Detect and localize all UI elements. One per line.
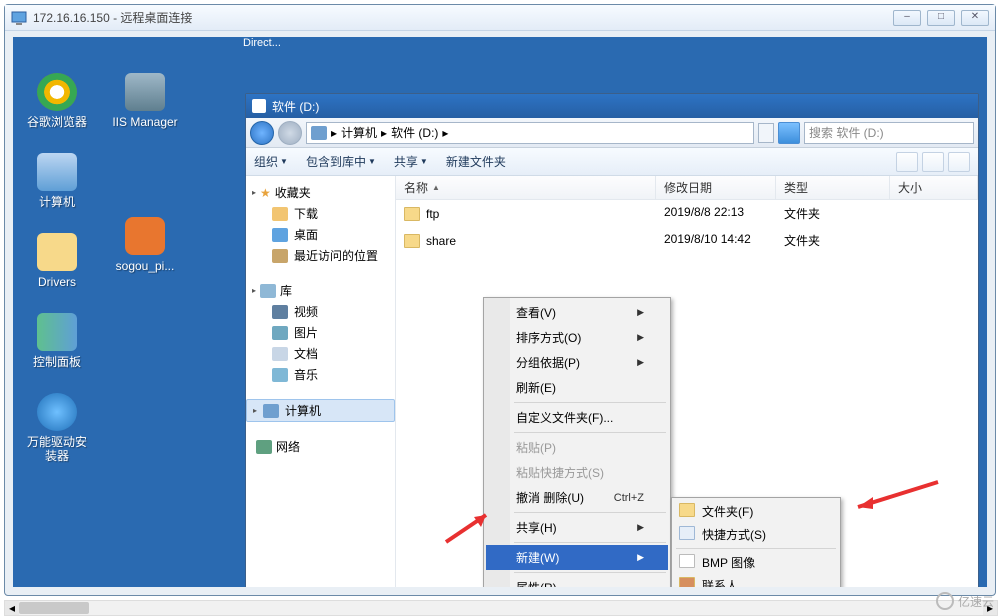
nav-downloads[interactable]: 下载	[246, 203, 395, 224]
desktop-icon-iis[interactable]: IIS Manager	[107, 73, 183, 129]
rdp-titlebar[interactable]: 172.16.16.150 - 远程桌面连接 – □ ✕	[5, 5, 995, 31]
explorer-toolbar: 组织 ▼ 包含到库中 ▼ 共享 ▼ 新建文件夹	[246, 148, 978, 176]
col-type[interactable]: 类型	[776, 176, 890, 199]
remote-desktop[interactable]: Direct... 谷歌浏览器 计算机 Drivers 控制面板 万能驱动安装器…	[13, 37, 987, 587]
ctx-sort[interactable]: 排序方式(O)▶	[486, 325, 668, 350]
ctx-new-folder[interactable]: 文件夹(F)	[674, 500, 838, 523]
rdp-window: 172.16.16.150 - 远程桌面连接 – □ ✕ Direct... 谷…	[4, 4, 996, 596]
explorer-titlebar[interactable]: 软件 (D:)	[246, 94, 978, 118]
breadcrumb[interactable]: 软件 (D:)	[391, 124, 438, 141]
ctx-paste-shortcut: 粘贴快捷方式(S)	[486, 460, 668, 485]
context-submenu-new: 文件夹(F) 快捷方式(S) BMP 图像 联系人 WinRAR 压缩文件 RT…	[671, 497, 841, 587]
nav-libraries[interactable]: ▸库	[246, 280, 395, 301]
watermark-logo-icon	[936, 592, 954, 610]
rdp-title: 172.16.16.150 - 远程桌面连接	[33, 9, 893, 26]
maximize-button[interactable]: □	[927, 10, 955, 26]
search-input[interactable]: 搜索 软件 (D:)	[804, 122, 974, 144]
horizontal-scrollbar[interactable]: ◂ ▸	[4, 600, 998, 616]
desktop-icon-wanneng[interactable]: 万能驱动安装器	[19, 393, 95, 463]
desktop-icon-computer[interactable]: 计算机	[19, 153, 95, 209]
address-bar: ▸ 计算机 ▸ 软件 (D:) ▸ 搜索 软件 (D:)	[246, 118, 978, 148]
nav-computer[interactable]: ▸计算机	[246, 399, 395, 422]
ctx-new-shortcut[interactable]: 快捷方式(S)	[674, 523, 838, 546]
preview-pane-button[interactable]	[922, 152, 944, 172]
ctx-share[interactable]: 共享(H)▶	[486, 515, 668, 540]
breadcrumb[interactable]: 计算机	[341, 124, 377, 141]
folder-icon	[404, 234, 420, 248]
back-button[interactable]	[250, 121, 274, 145]
file-row[interactable]: share 2019/8/10 14:42 文件夹	[396, 227, 978, 254]
address-field[interactable]: ▸ 计算机 ▸ 软件 (D:) ▸	[306, 122, 754, 144]
col-name[interactable]: 名称▲	[396, 176, 656, 199]
ctx-undo[interactable]: 撤消 删除(U)Ctrl+Z	[486, 485, 668, 510]
include-library-menu[interactable]: 包含到库中 ▼	[306, 153, 376, 170]
desktop-icon-drivers[interactable]: Drivers	[19, 233, 95, 289]
ctx-group[interactable]: 分组依据(P)▶	[486, 350, 668, 375]
col-size[interactable]: 大小	[890, 176, 978, 199]
drive-icon	[252, 99, 266, 113]
ctx-new[interactable]: 新建(W)▶	[486, 545, 668, 570]
desktop-icon-chrome[interactable]: 谷歌浏览器	[19, 73, 95, 129]
folder-icon	[404, 207, 420, 221]
new-folder-button[interactable]: 新建文件夹	[446, 153, 506, 170]
desktop-icon-control-panel[interactable]: 控制面板	[19, 313, 95, 369]
watermark: 亿速云	[936, 592, 994, 610]
explorer-title: 软件 (D:)	[272, 98, 319, 115]
ctx-paste: 粘贴(P)	[486, 435, 668, 460]
nav-favorites[interactable]: ▸★收藏夹	[246, 182, 395, 203]
nav-desktop[interactable]: 桌面	[246, 224, 395, 245]
col-date[interactable]: 修改日期	[656, 176, 776, 199]
view-options-button[interactable]	[896, 152, 918, 172]
drive-icon	[311, 126, 327, 140]
desktop-icon-sogou[interactable]: sogou_pi...	[107, 217, 183, 273]
refresh-button[interactable]	[778, 122, 800, 144]
scroll-thumb[interactable]	[19, 602, 89, 614]
ctx-view[interactable]: 查看(V)▶	[486, 300, 668, 325]
ctx-properties[interactable]: 属性(R)	[486, 575, 668, 587]
nav-videos[interactable]: 视频	[246, 301, 395, 322]
nav-music[interactable]: 音乐	[246, 364, 395, 385]
ctx-new-contact[interactable]: 联系人	[674, 574, 838, 587]
ctx-new-bmp[interactable]: BMP 图像	[674, 551, 838, 574]
address-dropdown[interactable]	[758, 123, 774, 143]
nav-recent[interactable]: 最近访问的位置	[246, 245, 395, 266]
help-button[interactable]	[948, 152, 970, 172]
rdp-icon	[11, 10, 27, 26]
scroll-left-button[interactable]: ◂	[5, 601, 19, 615]
column-headers: 名称▲ 修改日期 类型 大小	[396, 176, 978, 200]
direct-label: Direct...	[243, 37, 281, 49]
file-row[interactable]: ftp 2019/8/8 22:13 文件夹	[396, 200, 978, 227]
nav-pictures[interactable]: 图片	[246, 322, 395, 343]
organize-menu[interactable]: 组织 ▼	[254, 153, 288, 170]
forward-button[interactable]	[278, 121, 302, 145]
nav-documents[interactable]: 文档	[246, 343, 395, 364]
navigation-pane: ▸★收藏夹 下载 桌面 最近访问的位置 ▸库 视频 图片 文档 音乐 ▸计算机	[246, 176, 396, 587]
nav-network[interactable]: 网络	[246, 436, 395, 457]
close-button[interactable]: ✕	[961, 10, 989, 26]
minimize-button[interactable]: –	[893, 10, 921, 26]
ctx-customize[interactable]: 自定义文件夹(F)...	[486, 405, 668, 430]
ctx-refresh[interactable]: 刷新(E)	[486, 375, 668, 400]
context-menu: 查看(V)▶ 排序方式(O)▶ 分组依据(P)▶ 刷新(E) 自定义文件夹(F)…	[483, 297, 671, 587]
share-menu[interactable]: 共享 ▼	[394, 153, 428, 170]
